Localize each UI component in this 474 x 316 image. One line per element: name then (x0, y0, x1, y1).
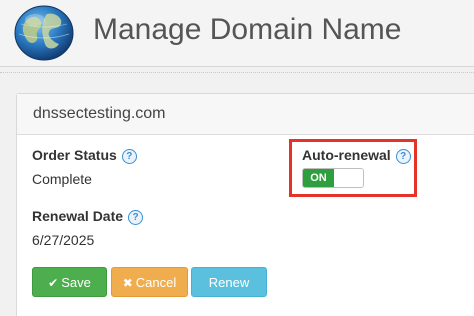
renewal-date-value: 6/27/2025 (32, 232, 95, 248)
cancel-button-label: Cancel (135, 275, 177, 290)
toggle-on-label: ON (303, 169, 334, 187)
renew-button-label: Renew (208, 275, 250, 290)
question-icon[interactable]: ? (121, 148, 137, 164)
auto-renewal-label-row: Auto-renewal? (302, 146, 411, 164)
close-icon: ✖ (122, 276, 133, 290)
renew-button[interactable]: Renew (191, 267, 267, 297)
domain-name: dnssectesting.com (33, 105, 166, 122)
renewal-date-label: Renewal Date (32, 208, 124, 224)
order-status-label-row: Order Status? (32, 146, 137, 164)
save-button[interactable]: ✔ Save (32, 267, 107, 297)
order-status-value: Complete (32, 171, 92, 187)
cancel-button[interactable]: ✖ Cancel (111, 267, 188, 297)
check-icon: ✔ (48, 276, 59, 290)
header-divider (0, 72, 474, 73)
save-button-label: Save (61, 275, 91, 290)
page-title: Manage Domain Name (93, 13, 402, 46)
panel-heading: dnssectesting.com (17, 94, 474, 135)
page: Manage Domain Name dnssectesting.com Ord… (0, 0, 474, 316)
order-status-label: Order Status (32, 147, 117, 163)
globe-icon (14, 5, 74, 61)
toggle-knob (334, 169, 363, 187)
auto-renewal-label: Auto-renewal (302, 147, 391, 163)
page-header: Manage Domain Name (0, 0, 474, 67)
renewal-date-label-row: Renewal Date? (32, 207, 144, 225)
question-icon[interactable]: ? (128, 209, 144, 225)
auto-renewal-toggle[interactable]: ON (302, 168, 364, 188)
question-icon[interactable]: ? (395, 148, 411, 164)
